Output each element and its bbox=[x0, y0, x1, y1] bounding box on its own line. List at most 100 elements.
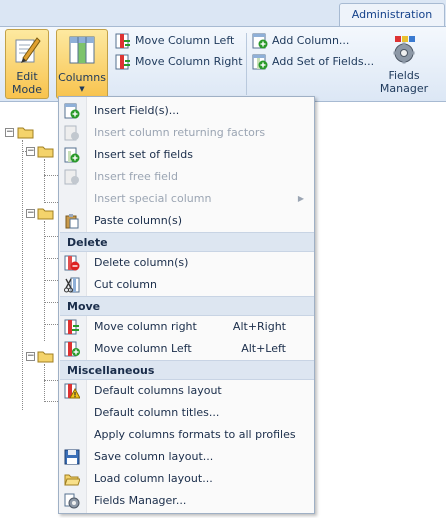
menu-item-move-column-left[interactable]: Move column Left Alt+Left bbox=[59, 338, 314, 360]
fields-manager-button[interactable]: Fields Manager bbox=[376, 29, 432, 99]
add-set-icon bbox=[252, 54, 268, 77]
menu-item-label: Insert special column bbox=[94, 192, 212, 205]
dropdown-arrow-icon: ▼ bbox=[79, 85, 85, 93]
menu-item-insert-free-field[interactable]: Insert free field bbox=[59, 166, 314, 188]
shortcut-text: Alt+Left bbox=[241, 342, 286, 355]
menu-item-insert-set-of-fields[interactable]: Insert set of fields bbox=[59, 144, 314, 166]
menu-item-label: Insert free field bbox=[94, 170, 178, 183]
shortcut-text: Alt+Right bbox=[232, 320, 286, 333]
menu-item-paste-columns[interactable]: Paste column(s) bbox=[59, 210, 314, 232]
menu-section-miscellaneous: Miscellaneous bbox=[60, 360, 314, 380]
tree-line bbox=[22, 140, 23, 410]
menu-item-delete-columns[interactable]: Delete column(s) bbox=[59, 252, 314, 274]
fields-label-line2: Manager bbox=[379, 82, 429, 95]
tree-line bbox=[44, 236, 58, 237]
menu-item-label: Load column layout... bbox=[94, 472, 213, 485]
edit-mode-button[interactable]: Edit Mode bbox=[5, 29, 49, 99]
tree-line bbox=[44, 380, 58, 381]
edit-label-line1: Edit bbox=[16, 70, 38, 83]
tree-expander[interactable]: − bbox=[26, 147, 35, 156]
tree-line bbox=[44, 364, 45, 402]
folder-icon bbox=[37, 144, 55, 161]
tree-line bbox=[44, 175, 58, 176]
ribbon: Edit Mode Columns ▼ Move Column Left Mov… bbox=[0, 26, 446, 102]
menu-item-label: Insert set of fields bbox=[94, 148, 193, 161]
folder-icon bbox=[17, 125, 35, 142]
tree-line bbox=[44, 324, 58, 325]
menu-section-move: Move bbox=[60, 296, 314, 316]
add-column-label: Add Column... bbox=[272, 34, 350, 47]
move-right-icon bbox=[115, 54, 131, 77]
ribbon-tab-bar: Administration bbox=[0, 0, 446, 27]
move-column-left-button[interactable]: Move Column Left bbox=[115, 31, 234, 51]
menu-item-fields-manager[interactable]: Fields Manager... bbox=[59, 490, 314, 512]
free-field-icon bbox=[64, 169, 80, 185]
add-set-label: Add Set of Fields... bbox=[272, 55, 375, 68]
submenu-arrow-icon: ▶ bbox=[297, 194, 304, 203]
menu-item-label: Move column Left bbox=[94, 342, 192, 355]
warning-icon bbox=[64, 383, 81, 399]
menu-item-load-column-layout[interactable]: Load column layout... bbox=[59, 468, 314, 490]
pencil-icon bbox=[12, 34, 42, 69]
cut-icon bbox=[64, 277, 80, 293]
move-left-icon bbox=[64, 341, 80, 357]
gear-icon bbox=[389, 33, 419, 68]
tree-line bbox=[44, 401, 58, 402]
menu-item-label: Fields Manager... bbox=[94, 494, 187, 507]
tree-expander[interactable]: − bbox=[26, 352, 35, 361]
edit-label-line2: Mode bbox=[12, 83, 42, 96]
menu-item-label: Insert column returning factors bbox=[94, 126, 266, 139]
move-column-right-button[interactable]: Move Column Right bbox=[115, 52, 243, 72]
menu-item-insert-special-column[interactable]: Insert special column ▶ bbox=[59, 188, 314, 210]
menu-item-label: Cut column bbox=[94, 278, 157, 291]
ribbon-separator bbox=[246, 33, 247, 95]
menu-item-label: Default column titles... bbox=[94, 406, 220, 419]
fields-manager-icon bbox=[64, 493, 80, 509]
fields-label-line1: Fields bbox=[388, 69, 420, 82]
columns-label: Columns bbox=[58, 71, 106, 84]
tree-line bbox=[44, 159, 45, 203]
menu-item-label: Delete column(s) bbox=[94, 256, 189, 269]
insert-set-icon bbox=[64, 147, 80, 163]
add-column-button[interactable]: Add Column... bbox=[252, 31, 349, 51]
menu-item-apply-columns-formats[interactable]: Apply columns formats to all profiles bbox=[59, 424, 314, 446]
menu-item-label: Paste column(s) bbox=[94, 214, 182, 227]
paste-icon bbox=[64, 213, 80, 229]
tree-line bbox=[44, 280, 58, 281]
menu-item-insert-fields[interactable]: Insert Field(s)... bbox=[59, 100, 314, 122]
insert-field-icon bbox=[64, 103, 80, 119]
tree-expander[interactable]: − bbox=[26, 209, 35, 218]
profile-tree: − − − − bbox=[0, 102, 60, 518]
menu-item-default-column-titles[interactable]: Default column titles... bbox=[59, 402, 314, 424]
menu-item-label: Save column layout... bbox=[94, 450, 214, 463]
menu-section-delete: Delete bbox=[60, 232, 314, 252]
move-right-label: Move Column Right bbox=[135, 55, 243, 68]
folder-icon bbox=[37, 206, 55, 223]
menu-item-default-columns-layout[interactable]: Default columns layout bbox=[59, 380, 314, 402]
tab-administration[interactable]: Administration bbox=[339, 3, 445, 27]
move-right-icon bbox=[64, 319, 80, 335]
factors-icon bbox=[64, 125, 80, 141]
columns-button[interactable]: Columns ▼ bbox=[56, 29, 108, 99]
menu-item-label: Insert Field(s)... bbox=[94, 104, 180, 117]
tree-line bbox=[44, 302, 58, 303]
tree-line bbox=[44, 221, 45, 341]
menu-item-label: Default columns layout bbox=[94, 384, 222, 397]
tree-line bbox=[44, 202, 58, 203]
menu-item-move-column-right[interactable]: Move column right Alt+Right bbox=[59, 316, 314, 338]
tree-line bbox=[44, 258, 58, 259]
move-left-label: Move Column Left bbox=[135, 34, 235, 47]
menu-item-cut-column[interactable]: Cut column bbox=[59, 274, 314, 296]
columns-dropdown-menu: Insert Field(s)... Insert column returni… bbox=[58, 96, 315, 514]
menu-item-save-column-layout[interactable]: Save column layout... bbox=[59, 446, 314, 468]
menu-item-label: Apply columns formats to all profiles bbox=[94, 428, 296, 441]
columns-icon bbox=[67, 34, 97, 69]
tree-expander[interactable]: − bbox=[5, 128, 14, 137]
menu-item-insert-column-returning-factors[interactable]: Insert column returning factors bbox=[59, 122, 314, 144]
menu-item-label: Move column right bbox=[94, 320, 197, 333]
delete-column-icon bbox=[64, 255, 80, 271]
save-icon bbox=[64, 449, 80, 465]
open-folder-icon bbox=[64, 471, 81, 487]
folder-icon bbox=[37, 349, 55, 366]
add-set-of-fields-button[interactable]: Add Set of Fields... bbox=[252, 52, 374, 72]
